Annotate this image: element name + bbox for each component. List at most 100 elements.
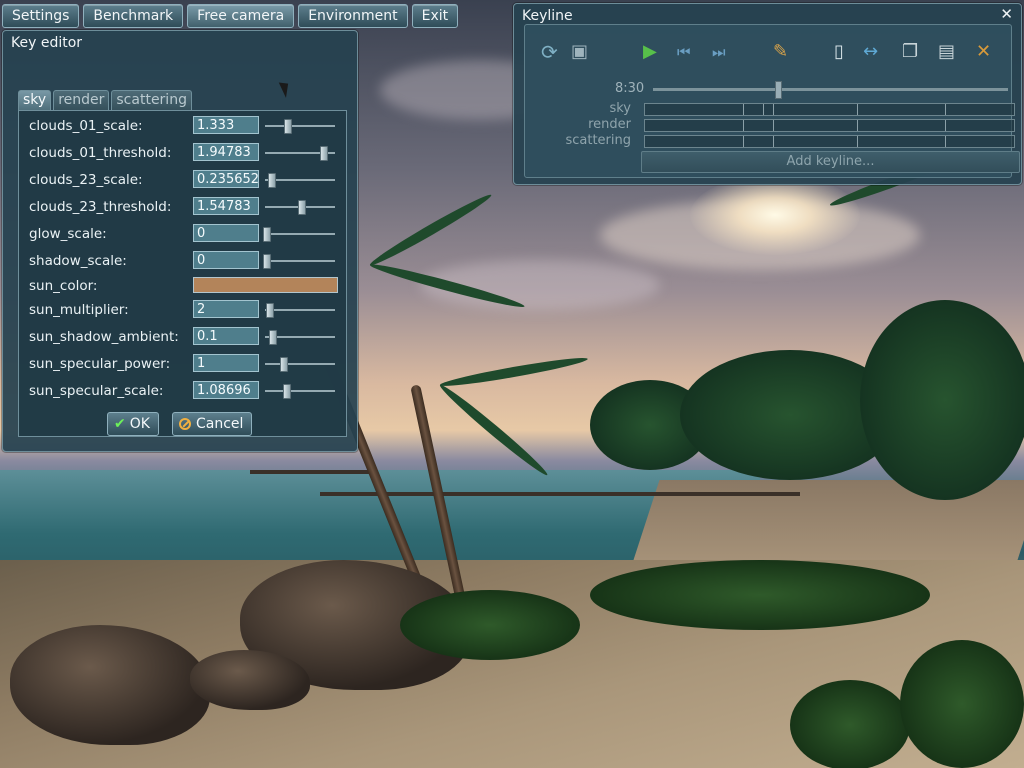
param-label: clouds_01_scale:	[29, 118, 143, 134]
tab-scattering[interactable]: scattering	[111, 90, 192, 110]
grass	[590, 560, 930, 630]
lane-label: scattering	[565, 133, 631, 148]
refresh-icon[interactable]: ⟳	[541, 42, 558, 62]
settings-button[interactable]: Settings	[2, 4, 80, 28]
window-title: Keyline	[522, 8, 573, 24]
param-label: clouds_23_threshold:	[29, 199, 172, 215]
copy-icon[interactable]: ❐	[902, 43, 918, 61]
slider-thumb[interactable]	[279, 357, 288, 372]
parameter-panel: clouds_01_scale: 1.333 clouds_01_thresho…	[18, 110, 347, 437]
keyline-panel: ⟳ ▣ ▶ ⏮ ⏭ ✎ ▯ ↔ ❐ ▤ ✕ 8:30 sky render sc…	[524, 24, 1020, 178]
param-row: sun_specular_scale: 1.08696	[29, 381, 344, 401]
environment-button[interactable]: Environment	[298, 4, 408, 28]
save-icon[interactable]: ▣	[571, 43, 588, 61]
param-slider[interactable]	[263, 254, 335, 269]
param-value-input[interactable]: 0.235652	[193, 170, 259, 188]
key-marker[interactable]	[773, 104, 774, 115]
param-value-input[interactable]: 0.1	[193, 327, 259, 345]
param-row: sun_specular_power: 1	[29, 354, 344, 374]
param-value-input[interactable]: 2	[193, 300, 259, 318]
param-value-input[interactable]: 1.08696	[193, 381, 259, 399]
window-title: Key editor	[11, 35, 83, 51]
grass	[400, 590, 580, 660]
param-value-input[interactable]: 1.54783	[193, 197, 259, 215]
param-value-input[interactable]: 0	[193, 251, 259, 269]
free-camera-button[interactable]: Free camera	[187, 4, 295, 28]
param-slider[interactable]	[265, 200, 335, 215]
grass	[790, 680, 910, 768]
param-slider[interactable]	[265, 119, 335, 134]
key-marker[interactable]	[857, 136, 858, 147]
param-label: sun_shadow_ambient:	[29, 329, 179, 345]
key-marker[interactable]	[773, 120, 774, 131]
param-label: clouds_01_threshold:	[29, 145, 172, 161]
timeline-slider[interactable]	[653, 88, 1008, 91]
new-document-icon[interactable]: ▯	[834, 43, 844, 61]
add-keyline-button[interactable]: Add keyline...	[641, 151, 1020, 173]
param-row: sun_color:	[29, 276, 344, 296]
palm-frond	[439, 354, 589, 390]
skip-back-icon[interactable]: ⏮	[677, 43, 691, 61]
slider-thumb[interactable]	[267, 173, 276, 188]
keyline-lane-scattering[interactable]	[644, 135, 1015, 148]
param-row: clouds_01_scale: 1.333	[29, 116, 344, 136]
param-slider[interactable]	[265, 173, 335, 188]
param-slider[interactable]	[265, 146, 335, 161]
slider-thumb[interactable]	[283, 384, 291, 399]
cancel-button[interactable]: Cancel	[172, 412, 253, 436]
pencil-icon[interactable]: ✎	[773, 43, 788, 61]
param-slider[interactable]	[263, 227, 335, 242]
slider-thumb[interactable]	[320, 146, 329, 161]
key-marker[interactable]	[743, 104, 744, 115]
pier	[250, 470, 370, 474]
param-label: sun_multiplier:	[29, 302, 129, 318]
keyline-lane-sky[interactable]	[644, 103, 1015, 116]
key-marker[interactable]	[857, 120, 858, 131]
keyline-lane-render[interactable]	[644, 119, 1015, 132]
param-value-input[interactable]: 1	[193, 354, 259, 372]
paste-icon[interactable]: ▤	[938, 43, 955, 61]
key-marker[interactable]	[945, 120, 946, 131]
timeline-thumb[interactable]	[775, 81, 782, 99]
close-icon[interactable]: ✕	[1000, 5, 1013, 23]
param-row: sun_multiplier: 2	[29, 300, 344, 320]
slider-thumb[interactable]	[284, 119, 293, 134]
key-marker[interactable]	[945, 104, 946, 115]
param-row: clouds_23_threshold: 1.54783	[29, 197, 344, 217]
skip-forward-icon[interactable]: ⏭	[712, 43, 726, 61]
param-slider[interactable]	[265, 330, 335, 345]
delete-icon[interactable]: ✕	[976, 43, 991, 61]
param-slider[interactable]	[265, 384, 335, 399]
color-swatch[interactable]	[193, 277, 338, 293]
pier	[320, 492, 800, 496]
slider-thumb[interactable]	[263, 227, 272, 242]
param-label: glow_scale:	[29, 226, 107, 242]
param-value-input[interactable]: 1.333	[193, 116, 259, 134]
play-icon[interactable]: ▶	[643, 43, 657, 61]
palm-frond	[436, 381, 551, 479]
slider-thumb[interactable]	[298, 200, 307, 215]
main-menu: Settings Benchmark Free camera Environme…	[2, 4, 459, 28]
slider-thumb[interactable]	[269, 330, 277, 345]
param-label: sun_specular_power:	[29, 356, 171, 372]
param-value-input[interactable]: 1.94783	[193, 143, 259, 161]
stretch-icon[interactable]: ↔	[863, 43, 878, 61]
key-marker[interactable]	[763, 104, 764, 115]
key-marker[interactable]	[945, 136, 946, 147]
ok-button[interactable]: ✔ OK	[107, 412, 159, 436]
tab-render[interactable]: render	[53, 90, 110, 110]
param-slider[interactable]	[265, 303, 335, 318]
key-marker[interactable]	[773, 136, 774, 147]
grass	[900, 640, 1024, 768]
benchmark-button[interactable]: Benchmark	[83, 4, 184, 28]
key-marker[interactable]	[743, 136, 744, 147]
key-marker[interactable]	[857, 104, 858, 115]
slider-thumb[interactable]	[263, 254, 272, 269]
keyline-window: Keyline ✕ ⟳ ▣ ▶ ⏮ ⏭ ✎ ▯ ↔ ❐ ▤ ✕ 8:30 sky…	[513, 3, 1022, 185]
tab-sky[interactable]: sky	[18, 90, 52, 110]
exit-button[interactable]: Exit	[411, 4, 459, 28]
key-marker[interactable]	[743, 120, 744, 131]
param-slider[interactable]	[265, 357, 335, 372]
param-value-input[interactable]: 0	[193, 224, 259, 242]
slider-thumb[interactable]	[265, 303, 274, 318]
